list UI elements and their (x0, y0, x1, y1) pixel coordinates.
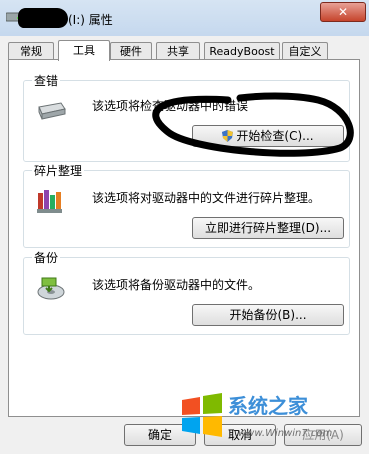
tools-panel: 查错 该选项将检查驱动器中的错误 开始检查(C)... 碎片整理 该选项将对驱动… (8, 59, 360, 417)
close-icon: ✕ (337, 5, 349, 19)
window-title: (I:) 属性 (68, 13, 113, 27)
defrag-title: 碎片整理 (32, 162, 85, 179)
defrag-now-button[interactable]: 立即进行碎片整理(D)... (192, 217, 344, 239)
title-bar[interactable]: (I:) 属性 ✕ (0, 0, 369, 36)
start-check-label: 开始检查(C)... (236, 129, 314, 143)
watermark-url: www.Winwin7.com (238, 428, 333, 439)
start-backup-button[interactable]: 开始备份(B)... (192, 304, 344, 326)
tab-readyboost[interactable]: ReadyBoost (204, 42, 280, 60)
backup-group: 备份 该选项将备份驱动器中的文件。 开始备份(B)... (23, 249, 350, 335)
backup-description: 该选项将备份驱动器中的文件。 (92, 278, 261, 292)
start-check-button[interactable]: 开始检查(C)... (192, 125, 344, 147)
defrag-group: 碎片整理 该选项将对驱动器中的文件进行碎片整理。 立即进行碎片整理(D)... (23, 162, 350, 248)
tab-tools[interactable]: 工具 (58, 40, 110, 61)
site-watermark: 系统之家 www.Winwin7.com (178, 388, 368, 450)
drive-icon (38, 102, 66, 120)
backup-title: 备份 (32, 249, 61, 266)
error-check-description: 该选项将检查驱动器中的错误 (92, 99, 249, 113)
backup-icon (37, 277, 65, 300)
uac-shield-icon (222, 130, 234, 142)
watermark-site-name: 系统之家 (228, 394, 308, 418)
defrag-icon (37, 190, 62, 213)
tab-strip: 常规 工具 硬件 共享 ReadyBoost 自定义 (8, 40, 360, 61)
tab-hardware[interactable]: 硬件 (110, 42, 152, 60)
tab-customize[interactable]: 自定义 (282, 42, 328, 60)
error-check-group: 查错 该选项将检查驱动器中的错误 开始检查(C)... (23, 72, 350, 162)
tab-sharing[interactable]: 共享 (156, 42, 200, 60)
tab-general[interactable]: 常规 (8, 42, 54, 60)
close-button[interactable]: ✕ (320, 2, 366, 22)
error-check-title: 查错 (32, 72, 61, 89)
defrag-description: 该选项将对驱动器中的文件进行碎片整理。 (92, 191, 321, 205)
windows-logo-icon (182, 393, 222, 437)
redaction-mark (18, 8, 68, 28)
